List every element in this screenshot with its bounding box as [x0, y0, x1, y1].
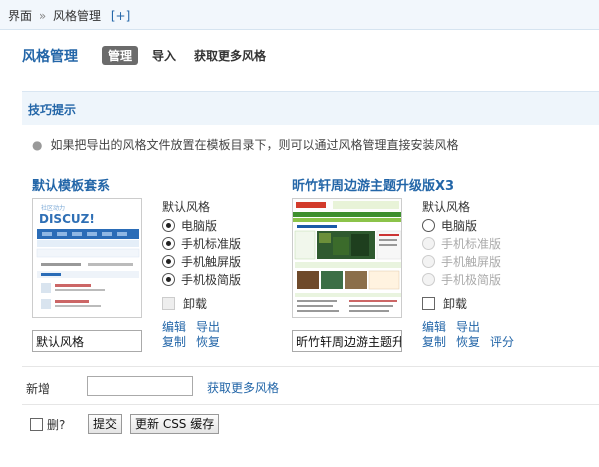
- tip-item: ● 如果把导出的风格文件放置在模板目录下，则可以通过风格管理直接安装风格: [32, 136, 459, 153]
- radio-icon[interactable]: [162, 272, 175, 286]
- copy-link[interactable]: 复制: [162, 335, 186, 349]
- restore-link[interactable]: 恢复: [456, 335, 480, 349]
- option-label: 手机极简版: [181, 272, 242, 287]
- style-name-input-xinzhuxuan[interactable]: 昕竹轩周边游主题升: [292, 330, 402, 352]
- options-heading: 默认风格: [162, 200, 211, 214]
- style-preview-default[interactable]: 社区动力 DISCUZ!: [32, 198, 142, 318]
- breadcrumb-current: 风格管理: [53, 9, 102, 23]
- get-more-styles-link[interactable]: 获取更多风格: [207, 379, 279, 396]
- uninstall-checkbox[interactable]: [422, 296, 435, 310]
- page-title: 风格管理: [22, 49, 78, 65]
- delete-checkbox[interactable]: [30, 418, 43, 431]
- form-footer: 删? 提交 更新 CSS 缓存: [30, 414, 590, 436]
- travel-theme-preview-image: [293, 199, 401, 317]
- uninstall-option-default: 卸载: [162, 294, 272, 312]
- option-label: 电脑版: [441, 218, 478, 233]
- default-style-options-xinzhuxuan: 默认风格 电脑版 手机标准版 手机触屏版 手机极简版 卸载: [422, 198, 542, 312]
- svg-text:社区动力: 社区动力: [41, 204, 65, 212]
- restore-link[interactable]: 恢复: [196, 335, 220, 349]
- option-mobile-standard: 手机标准版: [422, 234, 542, 252]
- option-label: 手机触屏版: [181, 254, 242, 269]
- option-mobile-standard[interactable]: 手机标准版: [162, 234, 272, 252]
- radio-icon[interactable]: [162, 236, 175, 250]
- add-shortcut-button[interactable]: [+]: [111, 9, 130, 23]
- edit-link[interactable]: 编辑: [422, 320, 446, 334]
- export-link[interactable]: 导出: [456, 320, 480, 334]
- style-title-default[interactable]: 默认模板套系: [32, 175, 110, 194]
- option-mobile-simple: 手机极简版: [422, 270, 542, 288]
- option-label: 手机标准版: [441, 236, 502, 251]
- option-mobile-simple[interactable]: 手机极简版: [162, 270, 272, 288]
- default-style-options-default: 默认风格 电脑版 手机标准版 手机触屏版 手机极简版 卸载: [162, 198, 272, 312]
- uninstall-checkbox: [162, 296, 175, 310]
- tab-get-more-styles[interactable]: 获取更多风格: [194, 47, 266, 64]
- preview-brand: DISCUZ!: [39, 212, 95, 226]
- style-preview-xinzhuxuan[interactable]: [292, 198, 402, 318]
- radio-icon: [422, 236, 435, 250]
- option-mobile-touch: 手机触屏版: [422, 252, 542, 270]
- new-style-row: 新增 获取更多风格: [26, 376, 586, 400]
- breadcrumb-separator: »: [38, 9, 47, 23]
- divider: [22, 404, 599, 405]
- delete-option[interactable]: 删?: [30, 416, 65, 433]
- tab-import[interactable]: 导入: [152, 47, 176, 64]
- uninstall-option-xinzhuxuan[interactable]: 卸载: [422, 294, 542, 312]
- tip-text: 如果把导出的风格文件放置在模板目录下，则可以通过风格管理直接安装风格: [50, 138, 459, 152]
- radio-icon[interactable]: [162, 218, 175, 232]
- new-style-input[interactable]: [87, 376, 193, 396]
- style-actions-default: 编辑 导出 复制 恢复: [162, 320, 242, 350]
- style-actions-xinzhuxuan: 编辑 导出 复制 恢复 评分: [422, 320, 542, 350]
- export-link[interactable]: 导出: [196, 320, 220, 334]
- discuz-preview-image: 社区动力 DISCUZ!: [33, 199, 141, 317]
- style-title-xinzhuxuan[interactable]: 昕竹轩周边游主题升级版X3: [292, 175, 454, 194]
- option-label: 手机触屏版: [441, 254, 502, 269]
- option-label: 手机极简版: [441, 272, 502, 287]
- breadcrumb: 界面 » 风格管理 [+]: [8, 7, 130, 24]
- option-pc[interactable]: 电脑版: [422, 216, 542, 234]
- top-bar: 界面 » 风格管理 [+]: [0, 0, 599, 30]
- copy-link[interactable]: 复制: [422, 335, 446, 349]
- radio-icon[interactable]: [422, 218, 435, 232]
- update-css-cache-button[interactable]: 更新 CSS 缓存: [130, 414, 220, 434]
- uninstall-label: 卸载: [443, 296, 468, 311]
- divider: [22, 366, 599, 367]
- breadcrumb-root[interactable]: 界面: [8, 9, 32, 23]
- tips-title: 技巧提示: [28, 103, 77, 117]
- rate-link[interactable]: 评分: [490, 335, 514, 349]
- option-label: 电脑版: [181, 218, 218, 233]
- option-mobile-touch[interactable]: 手机触屏版: [162, 252, 272, 270]
- edit-link[interactable]: 编辑: [162, 320, 186, 334]
- option-label: 手机标准版: [181, 236, 242, 251]
- uninstall-label: 卸载: [183, 296, 208, 311]
- delete-label: 删?: [47, 418, 66, 432]
- style-name-input-default[interactable]: 默认风格: [32, 330, 142, 352]
- tab-manage[interactable]: 管理: [102, 46, 139, 65]
- submit-button[interactable]: 提交: [88, 414, 123, 434]
- radio-icon: [422, 272, 435, 286]
- radio-icon[interactable]: [162, 254, 175, 268]
- radio-icon: [422, 254, 435, 268]
- new-style-label: 新增: [26, 382, 51, 396]
- tips-bar: 技巧提示: [22, 91, 599, 125]
- bullet-icon: ●: [32, 138, 43, 152]
- options-heading: 默认风格: [422, 200, 471, 214]
- option-pc[interactable]: 电脑版: [162, 216, 272, 234]
